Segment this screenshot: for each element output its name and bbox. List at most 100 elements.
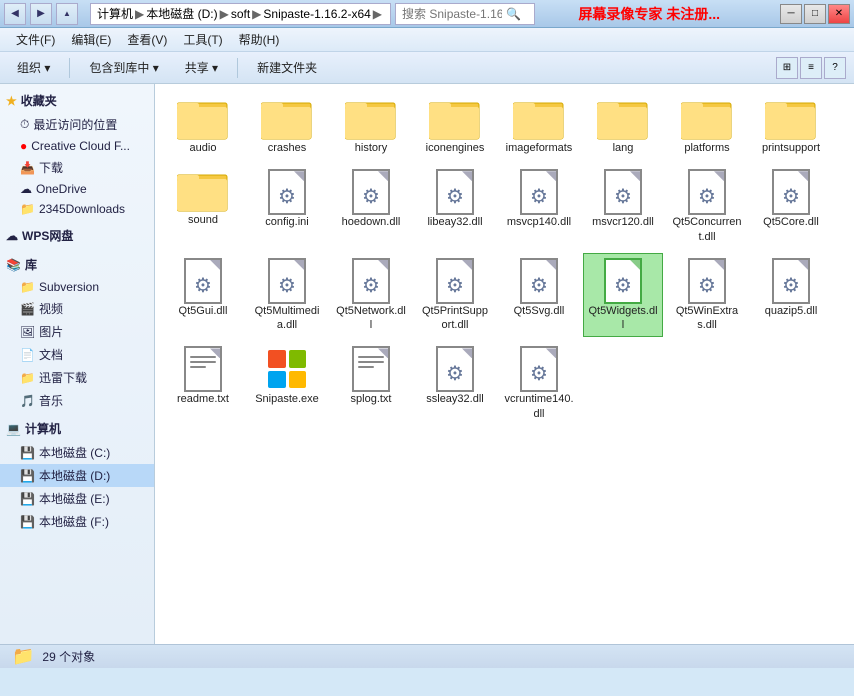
sidebar-item-thunder[interactable]: 📁 迅雷下载 [0,366,154,389]
path-sep2: ▶ [220,7,229,21]
view-details-button[interactable]: ≡ [800,57,822,79]
sidebar-drive-f[interactable]: 💾 本地磁盘 (F:) [0,510,154,533]
search-box[interactable]: 🔍 [395,3,535,25]
file-qt5printsupport[interactable]: ⚙ Qt5PrintSupport.dll [415,253,495,338]
view-grid-button[interactable]: ⊞ [776,57,798,79]
file-msvcr120[interactable]: ⚙ msvcr120.dll [583,164,663,249]
file-qt5network[interactable]: ⚙ Qt5Network.dll [331,253,411,338]
sidebar-item-subversion[interactable]: 📁 Subversion [0,277,154,297]
pictures-label: 图片 [39,323,63,340]
file-qt5core[interactable]: ⚙ Qt5Core.dll [751,164,831,249]
view-buttons: ⊞ ≡ ? [776,57,846,79]
sidebar-item-creative-cloud[interactable]: ● Creative Cloud F... [0,136,154,156]
sidebar-drive-c[interactable]: 💾 本地磁盘 (C:) [0,441,154,464]
sidebar-item-2345[interactable]: 📁 2345Downloads [0,199,154,219]
file-snipaste-exe[interactable]: Snipaste.exe [247,341,327,426]
folder-lang[interactable]: lang [583,92,663,160]
drive-c-label: 本地磁盘 (C:) [39,444,110,461]
file-qt5winextras-name: Qt5WinExtras.dll [672,304,742,333]
status-bar: 📁 29 个对象 [0,644,854,668]
include-button[interactable]: 包含到库中 ▾ [80,55,167,80]
file-hoedown-name: hoedown.dll [342,215,401,229]
file-qt5svg[interactable]: ⚙ Qt5Svg.dll [499,253,579,338]
sidebar-wps-section: ☁ WPS网盘 [0,223,154,248]
folder-printsupport-name: printsupport [762,141,820,155]
sidebar-library-header[interactable]: 📚 库 [0,252,154,277]
file-splog[interactable]: splog.txt [331,341,411,426]
sidebar-item-video[interactable]: 🎬 视频 [0,297,154,320]
search-input[interactable] [402,7,502,21]
file-qt5network-name: Qt5Network.dll [336,304,406,333]
folder-printsupport[interactable]: printsupport [751,92,831,160]
minimize-button[interactable]: ─ [780,4,802,24]
file-qt5core-name: Qt5Core.dll [763,215,819,229]
computer-label: 计算机 [25,420,61,437]
file-ssleay32-name: ssleay32.dll [426,392,483,406]
file-libeay32-name: libeay32.dll [427,215,482,229]
sidebar-drive-d[interactable]: 💾 本地磁盘 (D:) [0,464,154,487]
file-quazip5[interactable]: ⚙ quazip5.dll [751,253,831,338]
close-button[interactable]: ✕ [828,4,850,24]
file-qt5gui[interactable]: ⚙ Qt5Gui.dll [163,253,243,338]
folder-platforms[interactable]: platforms [667,92,747,160]
file-msvcp140[interactable]: ⚙ msvcp140.dll [499,164,579,249]
file-config-ini[interactable]: ⚙ config.ini [247,164,327,249]
sidebar-item-download[interactable]: 📥 下载 [0,156,154,179]
organize-button[interactable]: 组织 ▾ [8,55,59,80]
download-icon: 📥 [20,161,35,175]
sidebar-item-recent[interactable]: ⏱ 最近访问的位置 [0,113,154,136]
file-hoedown[interactable]: ⚙ hoedown.dll [331,164,411,249]
file-qt5widgets[interactable]: ⚙ Qt5Widgets.dll [583,253,663,338]
toolbar-sep2 [237,58,238,78]
folder-sound[interactable]: sound [163,164,243,249]
menu-view[interactable]: 查看(V) [119,29,175,50]
folder-crashes-name: crashes [268,141,307,155]
menu-tools[interactable]: 工具(T) [175,29,230,50]
view-help-button[interactable]: ? [824,57,846,79]
sidebar-item-docs[interactable]: 📄 文档 [0,343,154,366]
drive-d-icon: 💾 [20,469,35,483]
qt5widgets-icon: ⚙ [604,258,642,304]
menu-edit[interactable]: 编辑(E) [63,29,119,50]
folder-audio-name: audio [190,141,217,155]
folder-iconengines[interactable]: iconengines [415,92,495,160]
sidebar-drive-e[interactable]: 💾 本地磁盘 (E:) [0,487,154,510]
address-path[interactable]: 计算机 ▶ 本地磁盘 (D:) ▶ soft ▶ Snipaste-1.16.2… [90,3,391,25]
folder-history[interactable]: history [331,92,411,160]
qt5network-icon: ⚙ [352,258,390,304]
status-count: 29 个对象 [42,648,95,665]
file-qt5concurrent-name: Qt5Concurrent.dll [672,215,742,244]
sidebar-item-onedrive[interactable]: ☁ OneDrive [0,179,154,199]
menu-help[interactable]: 帮助(H) [231,29,288,50]
favorites-label: 收藏夹 [21,92,57,109]
file-qt5concurrent[interactable]: ⚙ Qt5Concurrent.dll [667,164,747,249]
file-msvcr120-name: msvcr120.dll [592,215,654,229]
path-sep3: ▶ [252,7,261,21]
file-ssleay32[interactable]: ⚙ ssleay32.dll [415,341,495,426]
qt5winextras-icon: ⚙ [688,258,726,304]
file-readme[interactable]: readme.txt [163,341,243,426]
share-button[interactable]: 共享 ▾ [176,55,227,80]
file-qt5winextras[interactable]: ⚙ Qt5WinExtras.dll [667,253,747,338]
menu-file[interactable]: 文件(F) [8,29,63,50]
sidebar-favorites-header[interactable]: ★ 收藏夹 [0,88,154,113]
drive-f-icon: 💾 [20,515,35,529]
file-libeay32[interactable]: ⚙ libeay32.dll [415,164,495,249]
back-button[interactable]: ◀ [4,3,26,25]
file-qt5multimedia[interactable]: ⚙ Qt5Multimedia.dll [247,253,327,338]
sidebar-item-pictures[interactable]: 🖼 图片 [0,320,154,343]
main-layout: ★ 收藏夹 ⏱ 最近访问的位置 ● Creative Cloud F... 📥 … [0,84,854,644]
new-folder-button[interactable]: 新建文件夹 [248,55,326,80]
file-area: audio crashes [155,84,854,644]
up-button[interactable]: ▲ [56,3,78,25]
file-vcruntime140[interactable]: ⚙ vcruntime140.dll [499,341,579,426]
docs-icon: 📄 [20,348,35,362]
maximize-button[interactable]: □ [804,4,826,24]
sidebar-computer-header[interactable]: 💻 计算机 [0,416,154,441]
sidebar-item-music[interactable]: 🎵 音乐 [0,389,154,412]
forward-button[interactable]: ▶ [30,3,52,25]
sidebar-wps-header[interactable]: ☁ WPS网盘 [0,223,154,248]
folder-crashes[interactable]: crashes [247,92,327,160]
folder-imageformats[interactable]: imageformats [499,92,579,160]
folder-audio[interactable]: audio [163,92,243,160]
